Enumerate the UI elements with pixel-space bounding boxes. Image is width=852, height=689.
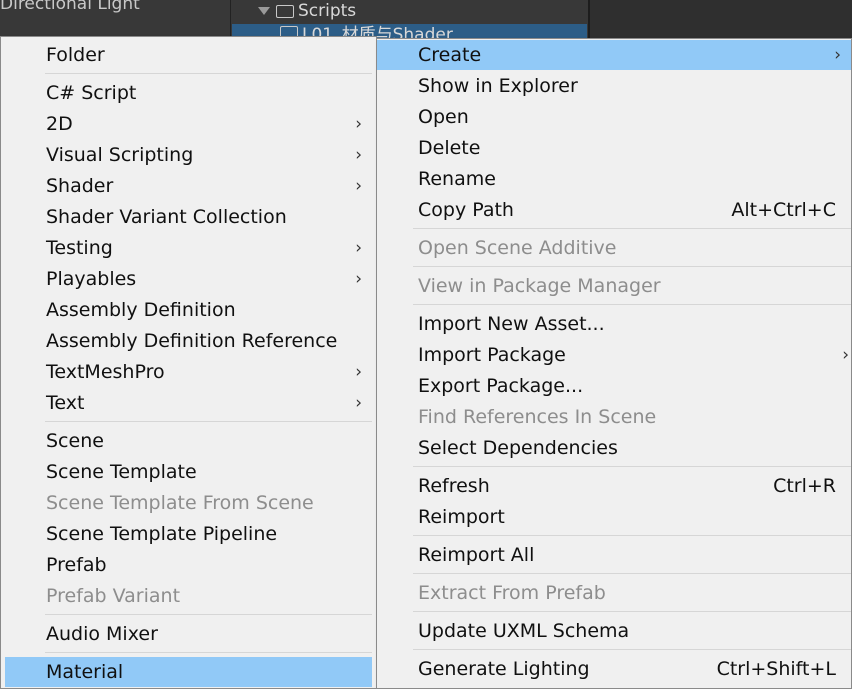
menu-item-show-in-explorer[interactable]: Show in Explorer [381, 71, 847, 101]
menu-separator [413, 649, 851, 650]
menu-separator [413, 535, 851, 536]
menu-item-refresh[interactable]: Refresh Ctrl+R [381, 471, 847, 501]
hierarchy-item-directional-light[interactable]: Directional Light [0, 0, 140, 14]
menu-item-create[interactable]: Create › [377, 40, 851, 70]
menu-item-audio-mixer[interactable]: Audio Mixer [5, 619, 372, 649]
chevron-right-icon: › [834, 45, 841, 65]
chevron-right-icon: › [355, 393, 362, 413]
menu-separator [413, 304, 851, 305]
project-folder-label: Scripts [298, 1, 357, 21]
project-folder-scripts[interactable]: Scripts [258, 1, 356, 21]
menu-item-delete[interactable]: Delete [381, 133, 847, 163]
menu-separator [413, 611, 851, 612]
menu-item-reimport-all[interactable]: Reimport All [381, 540, 847, 570]
menu-item-export-package[interactable]: Export Package... [381, 371, 847, 401]
menu-item-generate-lighting[interactable]: Generate Lighting Ctrl+Shift+L [381, 654, 847, 684]
menu-item-extract-from-prefab: Extract From Prefab [418, 582, 606, 604]
menu-item-view-in-package-manager: View in Package Manager [418, 275, 661, 297]
expand-triangle-icon[interactable] [258, 7, 270, 15]
chevron-right-icon: › [355, 362, 362, 382]
menu-item-csharp-script[interactable]: C# Script [5, 78, 372, 108]
menu-separator [413, 228, 851, 229]
menu-item-prefab[interactable]: Prefab [5, 550, 372, 580]
chevron-right-icon: › [355, 176, 362, 196]
menu-item-select-dependencies[interactable]: Select Dependencies [381, 433, 847, 463]
menu-separator [413, 573, 851, 574]
shortcut-label: Ctrl+R [773, 475, 836, 497]
chevron-right-icon: › [355, 114, 362, 134]
menu-item-scene[interactable]: Scene [5, 426, 372, 456]
hierarchy-panel: Directional Light [0, 0, 230, 40]
menu-item-copy-path[interactable]: Copy Path Alt+Ctrl+C [381, 195, 847, 225]
shortcut-label: Alt+Ctrl+C [731, 199, 836, 221]
menu-separator [413, 266, 851, 267]
menu-item-shader-variant-collection[interactable]: Shader Variant Collection [5, 202, 372, 232]
shortcut-label: Ctrl+Shift+L [716, 658, 836, 680]
chevron-right-icon: › [842, 345, 849, 365]
chevron-right-icon: › [355, 238, 362, 258]
menu-separator [413, 466, 851, 467]
menu-item-playables[interactable]: Playables › [5, 264, 372, 294]
menu-item-rename[interactable]: Rename [381, 164, 847, 194]
menu-item-scene-template[interactable]: Scene Template [5, 457, 372, 487]
menu-item-reimport[interactable]: Reimport [381, 502, 847, 532]
menu-item-assembly-definition-reference[interactable]: Assembly Definition Reference [5, 326, 372, 356]
folder-icon [276, 4, 294, 18]
menu-item-textmeshpro[interactable]: TextMeshPro › [5, 357, 372, 387]
menu-item-testing[interactable]: Testing › [5, 233, 372, 263]
create-submenu: Folder C# Script 2D › Visual Scripting › S… [0, 36, 377, 689]
menu-separator [45, 652, 372, 653]
project-context-menu: Create › Show in Explorer Open Delete Ren… [376, 38, 852, 689]
menu-separator [45, 73, 372, 74]
menu-item-scene-template-pipeline[interactable]: Scene Template Pipeline [5, 519, 372, 549]
menu-item-import-new-asset[interactable]: Import New Asset... [381, 309, 847, 339]
menu-item-shader[interactable]: Shader › [5, 171, 372, 201]
menu-item-open[interactable]: Open [381, 102, 847, 132]
chevron-right-icon: › [355, 269, 362, 289]
chevron-right-icon: › [355, 145, 362, 165]
menu-item-update-uxml-schema[interactable]: Update UXML Schema [381, 616, 847, 646]
menu-item-visual-scripting[interactable]: Visual Scripting › [5, 140, 372, 170]
menu-item-prefab-variant: Prefab Variant [46, 585, 181, 607]
menu-separator [45, 421, 372, 422]
menu-item-folder[interactable]: Folder [5, 40, 372, 70]
menu-item-open-scene-additive: Open Scene Additive [418, 237, 617, 259]
menu-item-assembly-definition[interactable]: Assembly Definition [5, 295, 372, 325]
inspector-panel [588, 0, 852, 40]
menu-item-material[interactable]: Material [5, 657, 372, 687]
menu-item-text[interactable]: Text › [5, 388, 372, 418]
menu-separator [45, 614, 372, 615]
menu-item-scene-template-from-scene: Scene Template From Scene [46, 492, 314, 514]
menu-item-find-references-in-scene: Find References In Scene [418, 406, 657, 428]
menu-item-2d[interactable]: 2D › [5, 109, 372, 139]
menu-item-import-package[interactable]: Import Package › [381, 340, 849, 370]
